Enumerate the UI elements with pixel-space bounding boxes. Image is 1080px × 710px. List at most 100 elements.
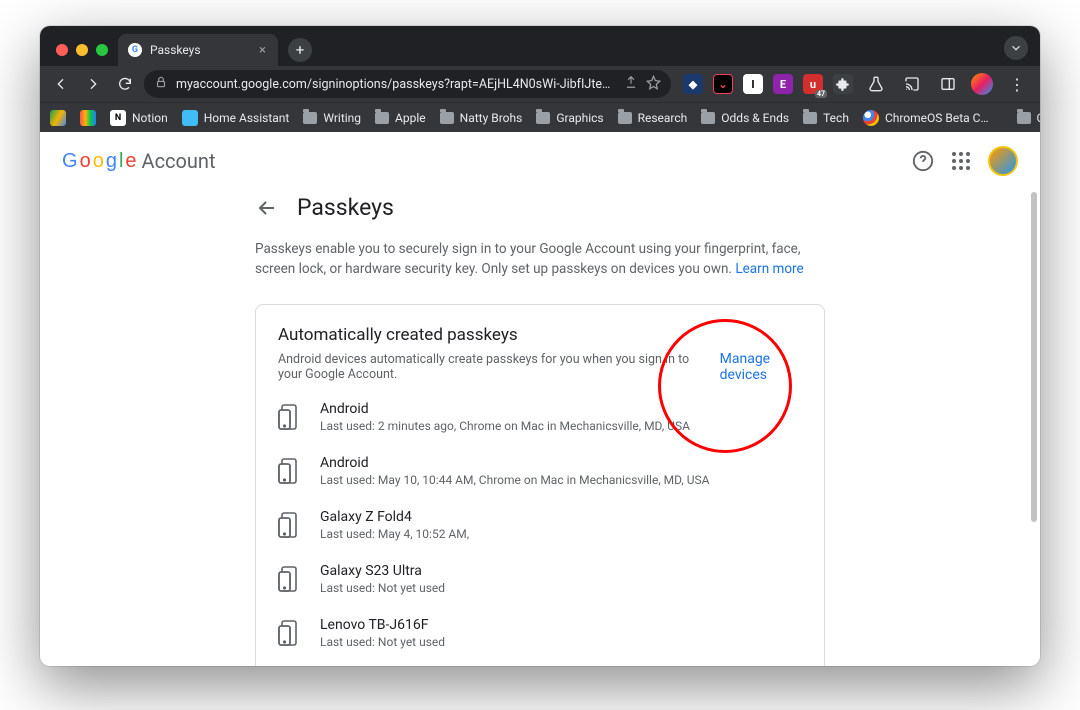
device-meta: Last used: Not yet used: [320, 581, 445, 595]
folder-icon: [536, 112, 550, 124]
forward-button[interactable]: [80, 71, 106, 97]
bookmark-label: Writing: [323, 111, 361, 125]
account-avatar[interactable]: [988, 146, 1018, 176]
extension-bitwarden-icon[interactable]: ◆: [683, 74, 703, 94]
site-info-icon[interactable]: [154, 75, 168, 93]
other-bookmarks[interactable]: Other Bookmarks: [1017, 111, 1040, 125]
device-name: Android: [320, 401, 690, 417]
manage-devices-link[interactable]: Manage devices: [720, 351, 802, 383]
bookmark-label: Odds & Ends: [721, 111, 789, 125]
toolbar: myaccount.google.com/signinoptions/passk…: [40, 66, 1040, 102]
maximize-window-button[interactable]: [96, 44, 108, 56]
bookmark-folder-apple[interactable]: Apple: [375, 111, 426, 125]
google-account-logo[interactable]: Google Account: [62, 149, 216, 173]
page-content: Google Account Passkeys Pa: [40, 132, 1040, 666]
bookmark-notion[interactable]: NNotion: [110, 110, 168, 126]
window-controls: [52, 44, 118, 66]
extension-pocket-icon[interactable]: ⌄: [713, 74, 733, 94]
bookmark-drive[interactable]: [50, 110, 66, 126]
new-tab-button[interactable]: +: [288, 38, 312, 62]
apps-grid-icon[interactable]: [950, 150, 972, 172]
extension-instapaper-icon[interactable]: I: [743, 74, 763, 94]
device-icon: [278, 457, 302, 485]
close-tab-button[interactable]: ×: [257, 43, 268, 58]
bookmark-chromeos[interactable]: ChromeOS Beta C…: [863, 110, 989, 126]
bookmark-folder-natty[interactable]: Natty Brohs: [440, 111, 523, 125]
back-arrow-button[interactable]: [255, 196, 279, 220]
cast-icon[interactable]: [899, 71, 925, 97]
scrollbar[interactable]: [1031, 192, 1037, 522]
bookmark-label: Natty Brohs: [460, 111, 523, 125]
device-meta: Last used: Not yet used: [320, 635, 445, 649]
browser-tab[interactable]: G Passkeys ×: [118, 34, 278, 66]
app-bar: Google Account: [40, 132, 1040, 190]
device-row[interactable]: Galaxy S23 Ultra Last used: Not yet used: [278, 563, 802, 595]
bookmark-label: ChromeOS Beta C…: [885, 111, 989, 125]
tab-favicon: G: [128, 43, 142, 57]
url-text: myaccount.google.com/signinoptions/passk…: [176, 77, 616, 92]
device-icon: [278, 511, 302, 539]
intro-body: Passkeys enable you to securely sign in …: [255, 241, 801, 277]
bookmark-folder-tech[interactable]: Tech: [803, 111, 849, 125]
extensions: ◆ ⌄ I E u ⋮: [677, 71, 1032, 97]
side-panel-icon[interactable]: [935, 71, 961, 97]
bookmark-label: Apple: [395, 111, 426, 125]
folder-icon: [375, 112, 389, 124]
device-name: Galaxy S23 Ultra: [320, 563, 445, 579]
intro-text: Passkeys enable you to securely sign in …: [255, 239, 825, 280]
address-bar[interactable]: myaccount.google.com/signinoptions/passk…: [144, 70, 671, 98]
folder-icon: [803, 112, 817, 124]
device-meta: Last used: 2 minutes ago, Chrome on Mac …: [320, 419, 690, 433]
bookmark-folder-writing[interactable]: Writing: [303, 111, 361, 125]
extensions-menu-button[interactable]: [833, 74, 853, 94]
bookmark-folder-graphics[interactable]: Graphics: [536, 111, 603, 125]
device-meta: Last used: May 4, 10:52 AM,: [320, 527, 469, 541]
profile-avatar[interactable]: [971, 73, 993, 95]
device-row[interactable]: Lenovo TB-J616FLast used: Not yet used: [278, 617, 802, 649]
card-subtitle: Android devices automatically create pas…: [278, 352, 712, 382]
tab-strip: G Passkeys × +: [40, 26, 1040, 66]
browser-window: G Passkeys × + myaccount.google.com/sign…: [40, 26, 1040, 666]
minimize-window-button[interactable]: [76, 44, 88, 56]
extension-e-icon[interactable]: E: [773, 74, 793, 94]
bookmark-star-icon[interactable]: [646, 75, 661, 94]
folder-icon: [618, 112, 632, 124]
bookmark-label: Home Assistant: [204, 111, 290, 125]
back-button[interactable]: [48, 71, 74, 97]
device-row[interactable]: Android Last used: 2 minutes ago, Chrome …: [278, 401, 802, 433]
browser-menu-button[interactable]: ⋮: [1003, 75, 1032, 94]
bookmark-folder-odds[interactable]: Odds & Ends: [701, 111, 789, 125]
omnibox-actions: [624, 75, 661, 94]
bookmark-label: Research: [638, 111, 688, 125]
bookmark-rainbow[interactable]: [80, 110, 96, 126]
main-content: Passkeys Passkeys enable you to securely…: [255, 190, 825, 666]
close-window-button[interactable]: [56, 44, 68, 56]
learn-more-link[interactable]: Learn more: [735, 261, 803, 277]
passkeys-card: Automatically created passkeys Android d…: [255, 304, 825, 667]
extension-ublock-icon[interactable]: u: [803, 74, 823, 94]
folder-icon: [1017, 112, 1031, 124]
labs-icon[interactable]: [863, 71, 889, 97]
bookmark-home-assistant[interactable]: Home Assistant: [182, 110, 290, 126]
tab-overflow-button[interactable]: [1004, 36, 1028, 60]
page-title: Passkeys: [297, 194, 394, 221]
browser-chrome: G Passkeys × + myaccount.google.com/sign…: [40, 26, 1040, 132]
bookmark-label: Graphics: [556, 111, 603, 125]
share-icon[interactable]: [624, 75, 638, 93]
device-icon: [278, 565, 302, 593]
folder-icon: [440, 112, 454, 124]
bookmark-label: Other Bookmarks: [1037, 111, 1040, 125]
device-row[interactable]: AndroidLast used: May 10, 10:44 AM, Chro…: [278, 455, 802, 487]
device-name: Android: [320, 455, 709, 471]
reload-button[interactable]: [112, 71, 138, 97]
help-icon[interactable]: [912, 150, 934, 172]
bookmark-label: Notion: [132, 111, 168, 125]
device-row[interactable]: Galaxy Z Fold4Last used: May 4, 10:52 AM…: [278, 509, 802, 541]
device-icon: [278, 619, 302, 647]
card-title: Automatically created passkeys: [278, 325, 802, 345]
bookmark-label: Tech: [823, 111, 849, 125]
device-info: Galaxy S23 Ultra Last used: Not yet used: [320, 563, 445, 595]
bookmark-folder-research[interactable]: Research: [618, 111, 688, 125]
page-header: Passkeys: [255, 194, 825, 221]
device-icon: [278, 403, 302, 431]
